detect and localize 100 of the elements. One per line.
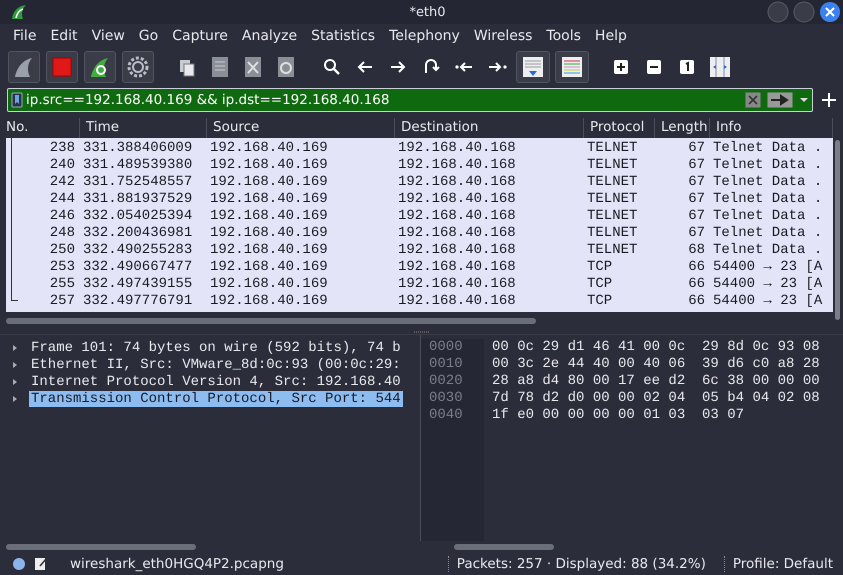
byte-offset: 0040 [429,407,464,424]
table-cell-text: 244 [48,191,76,208]
table-cell-text: TCP [586,276,614,293]
table-cell-text: 250 [48,242,76,259]
expand-arrow-icon[interactable] [11,360,19,368]
table-cell-text: Telnet Data . [712,208,824,225]
expand-arrow-icon[interactable] [11,394,19,402]
table-cell-text: 67 [687,157,706,174]
table-cell-text: TCP [586,293,614,310]
table-cell-text: 192.168.40.168 [397,157,517,174]
table-cell-text: TELNET [586,225,638,242]
table-cell-text: 66 [687,276,706,293]
autoscroll-icon[interactable] [521,55,545,79]
table-cell-text: TELNET [586,157,638,174]
splitter-handle-icon[interactable] [412,330,430,334]
expand-arrow-icon[interactable] [11,378,19,386]
table-cell-text: 332.490255283 [82,242,194,259]
menu-item[interactable]: Analyze [234,26,304,46]
table-cell-text: 248 [48,225,76,242]
table-cell-text: TELNET [586,140,638,157]
table-cell-text: 192.168.40.168 [397,225,517,242]
table-cell-text: 332.490667477 [82,259,194,276]
table-cell-text: 331.388406009 [82,140,194,157]
status-dot-icon [12,557,26,571]
table-cell-text: 192.168.40.168 [397,259,517,276]
table-cell-text: Telnet Data . [712,174,824,191]
menu-item[interactable]: Go [132,26,166,46]
hex-bytes: 7d 78 d2 d0 00 00 02 04 05 b4 04 02 08 [492,390,820,407]
bookmark-icon[interactable] [11,92,23,108]
table-cell-text: 67 [687,191,706,208]
table-cell-text: 192.168.40.168 [397,242,517,259]
table-cell-text: 242 [48,174,76,191]
menu-item[interactable]: Statistics [304,26,382,46]
filter-field[interactable]: ip.src==192.168.40.169 && ip.dst==192.168.40.168 [26,92,742,108]
edit-note-icon[interactable] [34,557,48,571]
table-cell-text: 332.200436981 [82,225,194,242]
close-button[interactable] [819,1,841,23]
table-cell-text: 68 [687,242,706,259]
table-cell-text: 332.497776791 [82,293,194,310]
table-cell-text: 67 [687,140,706,157]
table-cell-text: 192.168.40.168 [397,140,517,157]
packet-counts: Packets: 257 · Displayed: 88 (34.2%) [456,556,707,572]
add-button[interactable] [821,92,837,108]
profile-label[interactable]: Profile: Default [732,556,843,572]
table-cell-text: 192.168.40.169 [209,140,329,157]
tree-item[interactable]: Frame 101: 74 bytes on wire (592 bits), 74 b [29,340,403,356]
tree-item[interactable]: Ethernet II, Src: VMware_8d:0c:93 (00:0c:29: [29,356,403,372]
menu-item[interactable]: Help [588,26,634,46]
clear-icon[interactable] [745,92,761,108]
expand-arrow-icon[interactable] [11,344,19,352]
app-logo-icon [10,3,28,21]
table-cell-text: 238 [48,140,76,157]
menu-item[interactable]: Wireless [466,26,540,46]
table-cell-text: 54400 → 23 [A [712,259,824,276]
capture-file-name: wireshark_eth0HGQ4P2.pcapng [70,556,284,572]
table-cell-text: 240 [48,157,76,174]
table-cell-text: 192.168.40.169 [209,293,329,310]
gear-icon[interactable] [126,55,150,79]
resize-columns-icon[interactable] [708,55,732,79]
scrollbar[interactable] [835,140,840,320]
table-cell-text: 66 [687,293,706,310]
menu-item[interactable]: Capture [165,26,235,46]
scrollbar[interactable] [454,544,554,550]
scrollbar[interactable] [6,544,196,550]
menu-item[interactable]: Edit [43,26,85,46]
menu-item[interactable]: View [84,26,132,46]
table-cell-text: 192.168.40.169 [209,157,329,174]
table-cell-text: 192.168.40.169 [209,276,329,293]
table-cell-text: 192.168.40.169 [209,242,329,259]
table-cell-text: 255 [48,276,76,293]
menu-item[interactable]: Telephony [382,26,467,46]
tree-item[interactable]: Internet Protocol Version 4, Src: 192.168.40 [29,374,403,390]
table-cell-text: 67 [687,208,706,225]
table-cell-text: 192.168.40.169 [209,208,329,225]
menu-item[interactable]: File [6,26,44,46]
table-cell-text: TELNET [586,174,638,191]
table-cell-text: Telnet Data . [712,191,824,208]
table-cell-text: 331.489539380 [82,157,194,174]
byte-offset: 0020 [429,373,464,390]
table-cell-text: Telnet Data . [712,140,824,157]
table-cell-text: Telnet Data . [712,157,824,174]
table-cell-text: TELNET [586,242,638,259]
table-cell-text: 54400 → 23 [A [712,293,824,310]
hex-bytes: 1f e0 00 00 00 00 01 03 03 07 [492,407,746,424]
hex-bytes: 28 a8 d4 80 00 17 ee d2 6c 38 00 00 00 [492,373,820,390]
tree-item[interactable]: Transmission Control Protocol, Src Port: 544 [29,390,403,406]
table-cell-text: TELNET [586,208,638,225]
scrollbar[interactable] [6,318,536,324]
table-cell-text: 192.168.40.169 [209,225,329,242]
table-cell-text: 331.881937529 [82,191,194,208]
colorize-icon[interactable] [560,55,584,79]
table-cell-text: 67 [687,225,706,242]
table-cell-text: 257 [48,293,76,310]
table-cell-text: 192.168.40.169 [209,191,329,208]
table-cell-text: 192.168.40.168 [397,208,517,225]
menu-item[interactable]: Tools [539,26,588,46]
dropdown-caret-icon[interactable] [799,96,809,104]
filter-bar[interactable]: ip.src==192.168.40.169 && ip.dst==192.168.40.168 [7,88,813,112]
table-cell-text: 67 [687,174,706,191]
table-cell-text: 192.168.40.168 [397,191,517,208]
